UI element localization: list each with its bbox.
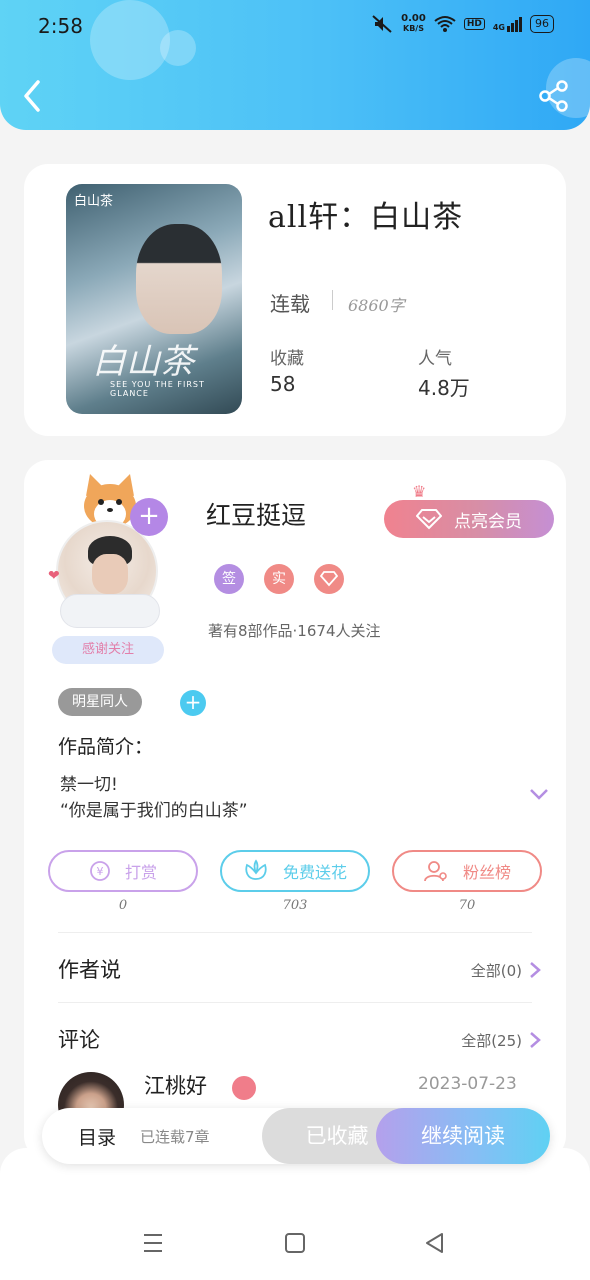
- author-says-title: 作者说: [58, 958, 121, 982]
- heart-icon: ❤: [48, 568, 60, 584]
- chapter-status[interactable]: 已连载7章: [140, 1126, 210, 1147]
- status-bar: 2:58 0.00 KB/S HD 4G 96: [0, 0, 590, 52]
- intro-label: 作品简介：: [58, 736, 154, 758]
- verified-badge: 实: [264, 564, 294, 594]
- fan-rank-label: 粉丝榜: [462, 863, 511, 882]
- author-meta: 著有8部作品·1674人关注: [208, 622, 381, 640]
- status-time: 2:58: [38, 14, 83, 38]
- follow-button[interactable]: +: [130, 498, 168, 536]
- mute-icon: [372, 15, 392, 33]
- author-name[interactable]: 红豆挺逗: [206, 496, 306, 532]
- comment-date: 2023-07-23: [418, 1074, 517, 1094]
- diamond-icon: [416, 509, 442, 530]
- back-button[interactable]: [18, 78, 48, 114]
- diamond-badge-icon: [314, 564, 344, 594]
- back-nav-icon[interactable]: [418, 1226, 452, 1260]
- menu-nav-icon[interactable]: [136, 1226, 170, 1260]
- bottom-panel: [0, 1148, 590, 1280]
- intro-line: “你是属于我们的白山茶”: [60, 801, 248, 821]
- hd-badge: HD: [463, 18, 485, 30]
- book-cover[interactable]: 白山茶 白山茶 SEE YOU THE FIRST GLANCE: [66, 184, 242, 414]
- wifi-icon: [434, 16, 456, 32]
- svg-text:¥: ¥: [96, 865, 103, 878]
- popularity-label: 人气: [418, 349, 452, 369]
- status-icons: 0.00 KB/S HD 4G 96: [371, 14, 554, 34]
- chevron-down-icon[interactable]: [528, 786, 550, 802]
- author-says-all-link[interactable]: 全部(0): [471, 960, 522, 981]
- cover-corner-text: 白山茶: [74, 194, 114, 209]
- commenter-name[interactable]: 江桃好: [144, 1070, 207, 1100]
- comments-title: 评论: [58, 1028, 100, 1052]
- yuan-icon: ¥: [90, 861, 110, 881]
- book-status: 连载: [270, 292, 310, 316]
- book-info-card: 白山茶 白山茶 SEE YOU THE FIRST GLANCE all轩：白山…: [24, 164, 566, 436]
- word-count: 6860字: [348, 296, 405, 315]
- tip-count: 0: [118, 898, 128, 913]
- send-flower-label: 免费送花: [282, 863, 347, 882]
- divider: [58, 932, 532, 933]
- tip-label: 打赏: [124, 863, 157, 882]
- favorites-label: 收藏: [270, 349, 304, 369]
- chevron-right-icon[interactable]: [528, 960, 542, 980]
- toc-button[interactable]: 目录: [78, 1123, 116, 1150]
- favorites-value: 58: [270, 372, 296, 396]
- cover-subtitle: SEE YOU THE FIRST GLANCE: [110, 380, 205, 398]
- book-title: all轩：白山茶: [268, 200, 464, 235]
- crown-icon: ♛: [412, 482, 427, 501]
- send-flower-button[interactable]: 免费送花: [220, 850, 370, 892]
- share-icon[interactable]: [538, 80, 570, 112]
- battery-icon: 96: [530, 15, 554, 33]
- header: 2:58 0.00 KB/S HD 4G 96: [0, 0, 590, 130]
- flower-icon: [245, 859, 267, 880]
- cover-title-art: 白山茶: [92, 342, 194, 382]
- vip-button-label: 点亮会员: [454, 511, 522, 532]
- genre-tag[interactable]: 明星同人: [58, 688, 142, 716]
- avatar-cloud-decor: [60, 594, 160, 628]
- flower-count: 703: [282, 898, 308, 913]
- net-speed-unit: KB/S: [403, 24, 424, 33]
- add-tag-button[interactable]: +: [180, 690, 206, 716]
- vip-button[interactable]: 点亮会员: [384, 500, 554, 538]
- fan-count: 70: [458, 898, 476, 913]
- tip-button[interactable]: ¥ 打赏: [48, 850, 198, 892]
- fan-icon: [424, 861, 447, 882]
- thanks-follow-label: 感谢关注: [52, 636, 164, 664]
- signed-badge: 签: [214, 564, 244, 594]
- continue-reading-button[interactable]: 继续阅读: [376, 1108, 550, 1164]
- fan-rank-button[interactable]: 粉丝榜: [392, 850, 542, 892]
- diamond-icon: [232, 1076, 256, 1100]
- author-card: + ❤ ❤ 感谢关注 红豆挺逗 ♛ 点亮会员 签 实 著有8部作品·1674人关…: [24, 460, 566, 1160]
- popularity-value: 4.8万: [418, 376, 470, 400]
- cover-figure: [136, 224, 222, 334]
- chevron-right-icon[interactable]: [528, 1030, 542, 1050]
- divider: [332, 290, 333, 310]
- net-speed: 0.00 KB/S: [401, 14, 426, 34]
- home-nav-icon[interactable]: [278, 1226, 312, 1260]
- signal-type: 4G: [492, 22, 505, 32]
- intro-line: 禁一切!: [60, 775, 118, 795]
- signal-icon: 4G: [492, 16, 522, 32]
- net-speed-value: 0.00: [401, 13, 426, 24]
- read-action-bar: 目录 已连载7章 已收藏 继续阅读: [42, 1108, 550, 1164]
- divider: [58, 1002, 532, 1003]
- comments-all-link[interactable]: 全部(25): [461, 1030, 522, 1051]
